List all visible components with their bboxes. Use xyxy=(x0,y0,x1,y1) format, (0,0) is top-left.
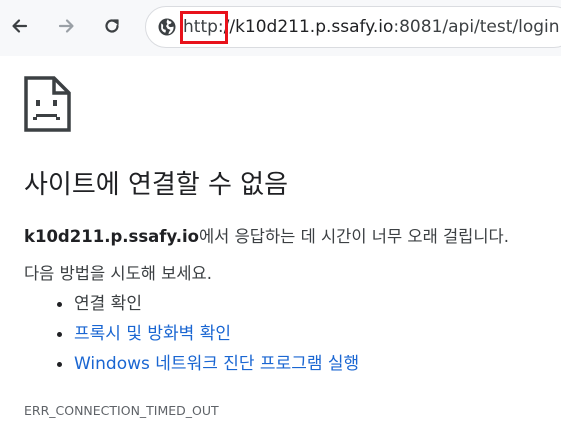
error-title: 사이트에 연결할 수 없음 xyxy=(24,170,288,200)
suggestions-list: 연결 확인 프록시 및 방화벽 확인 Windows 네트워크 진단 프로그램 … xyxy=(24,289,359,379)
browser-toolbar: http://k10d211.p.ssafy.io:8081/api/test/… xyxy=(0,0,561,56)
suggestion-run-diagnostics: Windows 네트워크 진단 프로그램 실행 xyxy=(74,349,359,379)
reload-icon xyxy=(105,19,119,33)
error-description: k10d211.p.ssafy.io에서 응답하는 데 시간이 너무 오래 걸립… xyxy=(24,225,509,249)
globe-icon xyxy=(158,18,176,36)
reload-button[interactable] xyxy=(96,10,128,42)
url-path: :8081/api/test/login xyxy=(393,17,560,37)
suggestions-heading: 다음 방법을 시도해 보세요. xyxy=(24,264,212,283)
url-host: //k10d211.p.ssafy.io xyxy=(223,17,394,37)
url-scheme: http: xyxy=(180,11,228,44)
suggestion-check-proxy: 프록시 및 방화벽 확인 xyxy=(74,319,359,349)
error-description-text: 에서 응답하는 데 시간이 너무 오래 걸립니다. xyxy=(199,227,509,246)
error-code: ERR_CONNECTION_TIMED_OUT xyxy=(24,403,219,418)
arrow-right-icon xyxy=(58,19,74,33)
back-button[interactable] xyxy=(4,10,36,42)
error-host: k10d211.p.ssafy.io xyxy=(24,227,199,246)
url-text[interactable]: http://k10d211.p.ssafy.io:8081/api/test/… xyxy=(180,11,560,44)
forward-button[interactable] xyxy=(50,10,82,42)
site-info-button[interactable] xyxy=(156,16,178,38)
address-bar[interactable]: http://k10d211.p.ssafy.io:8081/api/test/… xyxy=(145,6,561,48)
check-proxy-link[interactable]: 프록시 및 방화벽 확인 xyxy=(74,324,231,344)
network-diagnostics-link[interactable]: Windows 네트워크 진단 프로그램 실행 xyxy=(74,354,359,374)
sad-page-icon xyxy=(24,76,72,132)
suggestion-check-connection: 연결 확인 xyxy=(74,289,359,319)
arrow-left-icon xyxy=(12,19,28,33)
